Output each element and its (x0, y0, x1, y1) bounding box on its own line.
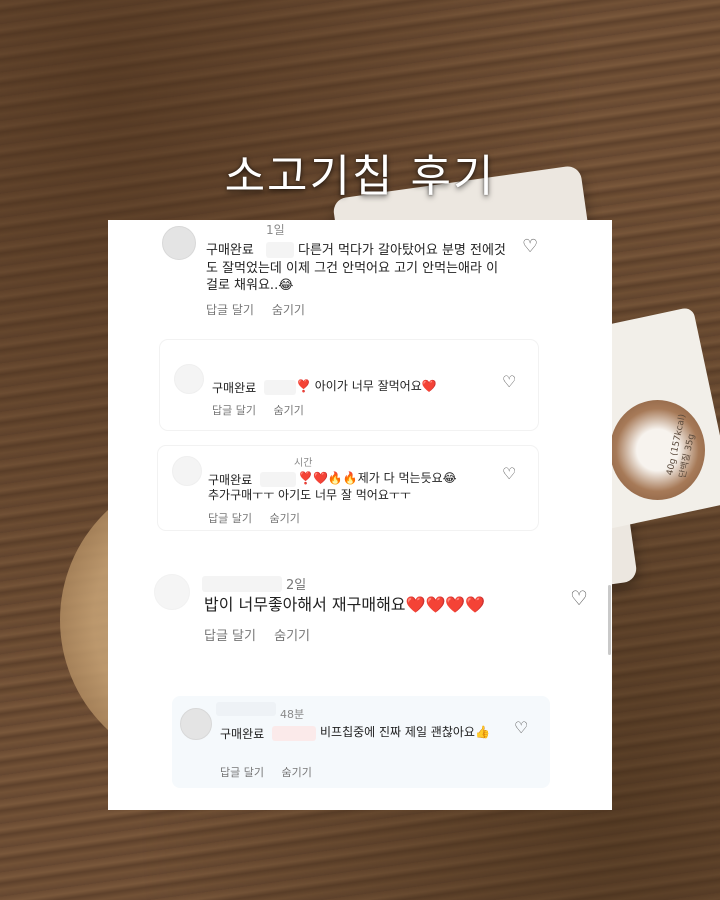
comment-badge: 구매완료 (220, 727, 265, 741)
comment-card: 1일 구매완료 다른거 먹다가 갈아탔어요 분명 전에것도 잘먹었는데 이제 그… (148, 220, 608, 325)
redacted-username (202, 576, 282, 592)
page-title: 소고기칩 후기 (224, 151, 496, 202)
hide-button[interactable]: 숨기기 (274, 629, 310, 644)
comment-actions: 답글 달기 숨기기 (206, 301, 319, 318)
comment-badge: 구매완료 (212, 381, 257, 395)
comment-actions: 답글 달기 숨기기 (220, 764, 326, 780)
hide-button[interactable]: 숨기기 (281, 766, 311, 779)
hide-button[interactable]: 숨기기 (273, 404, 303, 417)
like-heart-icon[interactable]: ♡ (570, 588, 588, 608)
comment-text: 비프칩중에 진짜 제일 괜찮아요👍 (320, 725, 490, 739)
comment-badge: 구매완료 (208, 473, 253, 487)
comment-time: 1일 (266, 223, 285, 237)
scrollbar[interactable] (608, 585, 611, 655)
hide-button[interactable]: 숨기기 (272, 303, 305, 317)
like-heart-icon[interactable]: ♡ (522, 238, 538, 256)
comment-text: ❣️❤️🔥🔥제가 다 먹는듯요😂 (298, 471, 457, 485)
redacted-username (264, 380, 296, 395)
comment-card: 48분 구매완료 비프칩중에 진짜 제일 괜찮아요👍 답글 달기 숨기기 ♡ (172, 696, 550, 788)
redacted-username (272, 726, 316, 741)
comment-card: 구매완료 ❣️ 아이가 너무 잘먹어요❤️ 답글 달기 숨기기 ♡ (160, 340, 538, 430)
comment-actions: 답글 달기 숨기기 (212, 402, 318, 418)
comment-text: 밥이 너무좋아해서 재구매해요❤️❤️❤️❤️ (204, 595, 486, 614)
like-heart-icon[interactable]: ♡ (514, 720, 528, 736)
comment-actions: 답글 달기 숨기기 (204, 625, 324, 644)
reply-button[interactable]: 답글 달기 (220, 766, 264, 779)
comment-time: 48분 (280, 708, 305, 721)
reply-button[interactable]: 답글 달기 (206, 303, 254, 317)
comment-time: 시간 (294, 458, 313, 469)
avatar[interactable] (180, 708, 212, 740)
avatar[interactable] (172, 456, 202, 486)
like-heart-icon[interactable]: ♡ (502, 374, 516, 390)
comment-text: 추가구매ㅜㅜ 아기도 너무 잘 먹어요ㅜㅜ (208, 488, 411, 502)
avatar[interactable] (174, 364, 204, 394)
reply-button[interactable]: 답글 달기 (212, 404, 256, 417)
comment-card: 시간 구매완료 ❣️❤️🔥🔥제가 다 먹는듯요😂 추가구매ㅜㅜ 아기도 너무 잘… (158, 446, 538, 530)
comment-card: 2일 밥이 너무좋아해서 재구매해요❤️❤️❤️❤️ 답글 달기 숨기기 ♡ (140, 550, 602, 658)
avatar[interactable] (154, 574, 190, 610)
redacted-username (260, 472, 296, 487)
comment-time: 2일 (286, 578, 307, 593)
like-heart-icon[interactable]: ♡ (502, 466, 516, 482)
comment-actions: 답글 달기 숨기기 (208, 510, 314, 526)
reply-button[interactable]: 답글 달기 (204, 629, 256, 644)
redacted-username (216, 702, 276, 716)
hide-button[interactable]: 숨기기 (269, 512, 299, 525)
reply-button[interactable]: 답글 달기 (208, 512, 252, 525)
comment-text: 다른거 먹다가 갈아탔어요 분명 전에것도 잘먹었는데 이제 그건 안먹어요 고… (206, 243, 506, 294)
comment-text: ❣️ 아이가 너무 잘먹어요❤️ (296, 379, 437, 393)
avatar[interactable] (162, 226, 196, 260)
comments-panel: 1일 구매완료 다른거 먹다가 갈아탔어요 분명 전에것도 잘먹었는데 이제 그… (108, 220, 612, 810)
